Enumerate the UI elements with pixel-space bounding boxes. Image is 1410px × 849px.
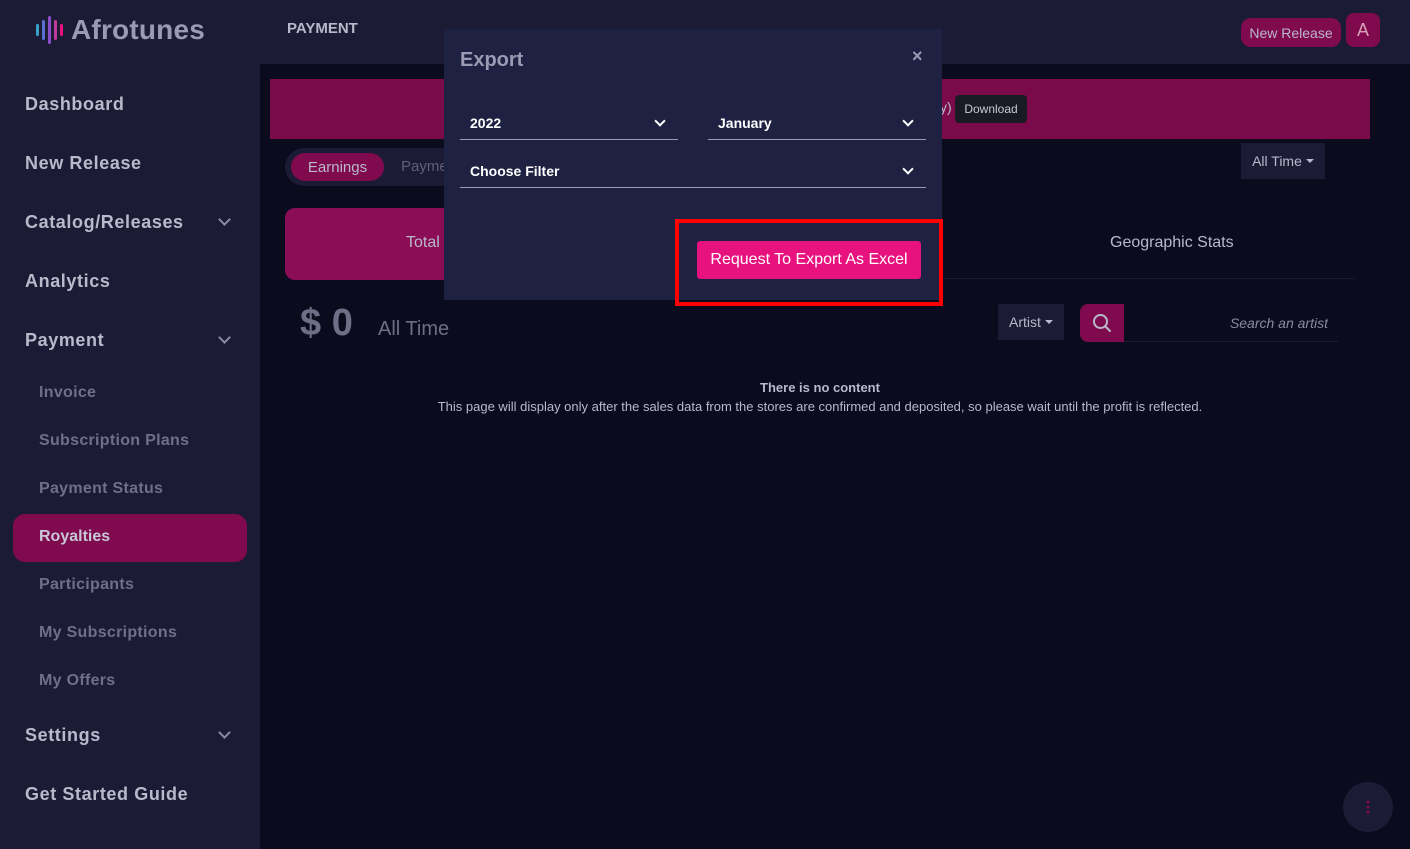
modal-title: Export (460, 49, 524, 71)
filter-select[interactable]: Choose Filter (460, 154, 926, 188)
filter-select-value: Choose Filter (470, 162, 560, 179)
tab-geographic-stats[interactable]: Geographic Stats (1110, 234, 1234, 252)
new-release-button[interactable]: New Release (1241, 18, 1341, 47)
sidebar-subitem-my-offers[interactable]: My Offers (39, 672, 116, 690)
tab-earnings[interactable]: Earnings (291, 153, 384, 181)
month-select[interactable]: January (708, 106, 926, 140)
empty-state-description: This page will display only after the sa… (437, 399, 1203, 414)
year-select-value: 2022 (470, 114, 502, 131)
more-vertical-icon (1366, 800, 1370, 814)
close-icon[interactable]: × (912, 46, 923, 67)
total-period-label: All Time (378, 318, 450, 340)
artist-dropdown[interactable]: Artist (998, 304, 1064, 340)
sidebar-item-dashboard[interactable]: Dashboard (25, 94, 124, 115)
logo-icon (36, 14, 63, 46)
sidebar-item-get-started-guide[interactable]: Get Started Guide (25, 784, 188, 805)
year-select[interactable]: 2022 (460, 106, 678, 140)
logo[interactable]: Afrotunes (36, 12, 205, 48)
logo-text: Afrotunes (71, 14, 206, 45)
period-dropdown-label: All Time (1252, 153, 1302, 169)
sidebar-subitem-subscription-plans[interactable]: Subscription Plans (39, 432, 189, 450)
sidebar-subitem-label: Royalties (39, 528, 111, 545)
avatar[interactable]: A (1346, 13, 1380, 47)
sidebar-item-new-release[interactable]: New Release (25, 153, 142, 174)
sidebar-item-payment[interactable]: Payment (25, 330, 104, 351)
empty-state-title: There is no content (760, 380, 880, 395)
sidebar-item-analytics[interactable]: Analytics (25, 271, 110, 292)
more-options-button[interactable] (1343, 782, 1393, 832)
sidebar-subitem-my-subscriptions[interactable]: My Subscriptions (39, 624, 177, 642)
sidebar-item-catalog-releases[interactable]: Catalog/Releases (25, 212, 184, 233)
sidebar-subitem-participants[interactable]: Participants (39, 576, 134, 594)
chevron-down-icon (654, 114, 666, 127)
chevron-down-icon[interactable] (218, 331, 231, 344)
search-button[interactable] (1080, 304, 1124, 342)
chevron-down-icon (902, 162, 914, 175)
search-input[interactable] (1124, 304, 1338, 342)
page-title: PAYMENT (287, 20, 358, 37)
tab-total[interactable]: Total (285, 208, 465, 280)
caret-down-icon (1044, 320, 1053, 324)
divider (940, 278, 1355, 279)
download-button[interactable]: Download (955, 95, 1027, 123)
chevron-down-icon[interactable] (218, 213, 231, 226)
month-select-value: January (718, 114, 772, 131)
highlight-box (675, 219, 943, 306)
period-dropdown[interactable]: All Time (1241, 143, 1325, 179)
chevron-down-icon (902, 114, 914, 127)
chevron-down-icon[interactable] (218, 726, 231, 739)
sidebar-subitem-royalties[interactable]: Royalties (13, 514, 247, 562)
sidebar-subitem-payment-status[interactable]: Payment Status (39, 480, 163, 498)
tab-total-label: Total (406, 234, 440, 251)
total-amount: $ 0 (300, 302, 353, 344)
caret-down-icon (1305, 159, 1314, 163)
search-icon (1093, 314, 1111, 332)
artist-dropdown-label: Artist (1009, 314, 1041, 330)
tab-payments[interactable]: Payme (401, 158, 448, 175)
sidebar-item-settings[interactable]: Settings (25, 725, 101, 746)
sidebar: Afrotunes Dashboard New Release Catalog/… (0, 0, 260, 849)
